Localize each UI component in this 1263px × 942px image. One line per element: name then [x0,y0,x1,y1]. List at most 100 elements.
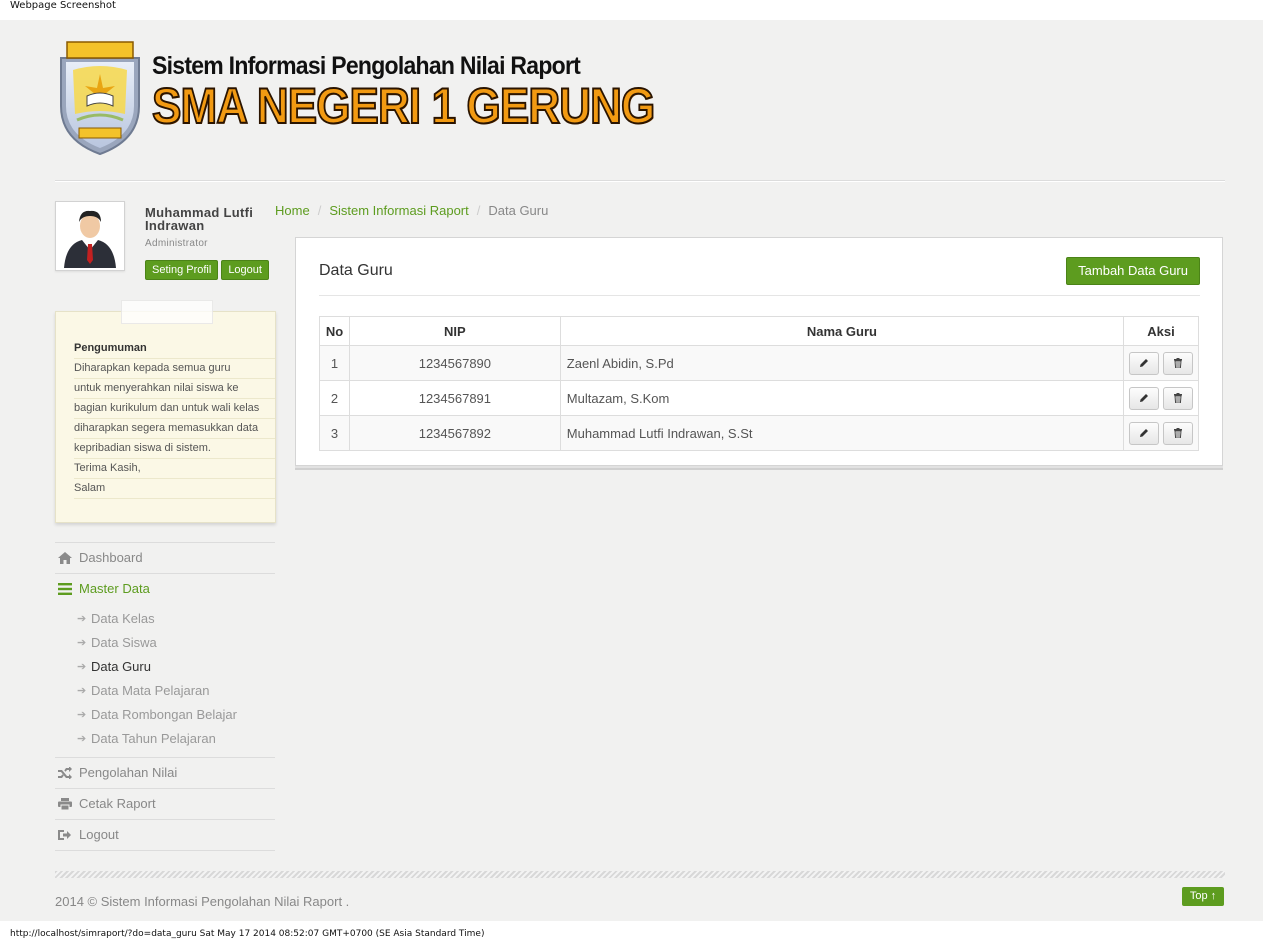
footer-stripe [55,871,1225,878]
submenu-label: Data Kelas [91,611,155,626]
column-header-nip: NIP [348,316,561,346]
user-actions: Seting Profil Logout [145,260,272,280]
master-data-submenu: ➔ Data Kelas ➔ Data Siswa ➔ Data Guru ➔ Data… [55,604,275,757]
breadcrumb-separator: / [476,203,481,218]
arrow-right-icon: ➔ [77,637,87,649]
cell-aksi [1123,380,1199,416]
cell-no: 1 [319,345,350,381]
data-guru-panel: Data Guru Tambah Data Guru No NIP Nama G… [295,237,1223,466]
announcement-note: Pengumuman Diharapkan kepada semua guru … [55,300,276,523]
menu-item-cetak-raport[interactable]: Cetak Raport [55,788,275,819]
user-role: Administrator [145,238,208,249]
cell-nama: Zaenl Abidin, S.Pd [559,345,1125,381]
school-name: SMA NEGERI 1 GERUNG [151,77,656,135]
cell-no: 2 [319,380,350,416]
pencil-icon [1140,393,1149,402]
back-to-top-button[interactable]: Top ↑ [1182,887,1224,906]
cell-aksi [1123,345,1199,381]
cell-nip: 1234567892 [348,415,561,451]
menu-item-dashboard[interactable]: Dashboard [55,542,275,573]
edit-button[interactable] [1129,386,1160,410]
delete-button[interactable] [1162,421,1193,445]
pencil-icon [1140,428,1149,437]
home-icon [57,543,73,575]
arrow-right-icon: ➔ [77,613,87,625]
cell-nip: 1234567890 [348,345,561,381]
submenu-label: Data Siswa [91,635,157,650]
submenu-label: Data Guru [91,659,151,674]
announcement-line: diharapkan segera memasukkan data [74,419,275,439]
announcement-line: untuk menyerahkan nilai siswa ke [74,379,275,399]
arrow-right-icon: ➔ [77,685,87,697]
print-icon [57,789,73,821]
delete-button[interactable] [1162,386,1193,410]
header-divider [55,180,1225,182]
submenu-item-data-guru[interactable]: ➔ Data Guru [55,655,275,679]
avatar [55,201,125,271]
submenu-item-data-kelas[interactable]: ➔ Data Kelas [55,607,275,631]
submenu-label: Data Tahun Pelajaran [91,731,216,746]
announcement-line: Terima Kasih, [74,459,275,479]
submenu-item-data-rombongan-belajar[interactable]: ➔ Data Rombongan Belajar [55,703,275,727]
menu-label: Cetak Raport [79,796,156,811]
trash-icon [1173,357,1182,368]
breadcrumb-home-link[interactable]: Home [275,203,310,218]
arrow-right-icon: ➔ [77,661,87,673]
sidebar-menu: Dashboard Master Data ➔ Data Kelas ➔ Data … [55,542,275,851]
window-caption: Webpage Screenshot [10,0,116,11]
delete-button[interactable] [1162,351,1193,375]
table-row: 1 1234567890 Zaenl Abidin, S.Pd [319,345,1199,381]
status-bar: http://localhost/simraport/?do=data_guru… [10,929,485,939]
table-row: 2 1234567891 Multazam, S.Kom [319,380,1199,416]
menu-item-master-data[interactable]: Master Data [55,573,275,604]
panel-title: Data Guru [319,262,393,279]
trash-icon [1173,427,1182,438]
announcement-body: Pengumuman Diharapkan kepada semua guru … [74,339,275,499]
menu-label: Pengolahan Nilai [79,765,178,780]
shuffle-icon [57,758,73,790]
teacher-table: No NIP Nama Guru Aksi 1 1234567890 Zaenl… [319,316,1199,451]
breadcrumb-current: Data Guru [488,203,549,218]
announcement-line: kepribadian siswa di sistem. [74,439,275,459]
announcement-line: Salam [74,479,275,499]
menu-end-divider [55,850,275,851]
arrow-right-icon: ➔ [77,709,87,721]
table-row: 3 1234567892 Muhammad Lutfi Indrawan, S.… [319,415,1199,451]
logout-button[interactable]: Logout [221,260,269,280]
announcement-line: bagian kurikulum dan untuk wali kelas [74,399,275,419]
pencil-icon [1140,358,1149,367]
announcement-line: Diharapkan kepada semua guru [74,359,275,379]
table-header-row: No NIP Nama Guru Aksi [319,316,1199,346]
edit-button[interactable] [1129,421,1160,445]
edit-button[interactable] [1129,351,1160,375]
announcement-title: Pengumuman [74,339,275,359]
submenu-item-data-tahun-pelajaran[interactable]: ➔ Data Tahun Pelajaran [55,727,275,751]
menu-label: Master Data [79,581,150,596]
site-title: Sistem Informasi Pengolahan Nilai Raport [152,52,581,80]
sign-out-icon [57,820,73,852]
breadcrumb-section-link[interactable]: Sistem Informasi Raport [329,203,468,218]
cell-nip: 1234567891 [348,380,561,416]
user-name: Muhammad Lutfi Indrawan [145,205,254,233]
page: Sistem Informasi Pengolahan Nilai Raport… [0,20,1263,921]
profile-settings-button[interactable]: Seting Profil [145,260,219,280]
header: Sistem Informasi Pengolahan Nilai Raport… [55,40,656,158]
panel-divider [319,295,1200,296]
footer-text: 2014 © Sistem Informasi Pengolahan Nilai… [55,894,350,909]
arrow-right-icon: ➔ [77,733,87,745]
submenu-item-data-mata-pelajaran[interactable]: ➔ Data Mata Pelajaran [55,679,275,703]
menu-label: Dashboard [79,550,143,565]
cell-nama: Multazam, S.Kom [559,380,1125,416]
column-header-aksi: Aksi [1123,316,1199,346]
submenu-label: Data Mata Pelajaran [91,683,210,698]
column-header-no: No [319,316,350,346]
submenu-item-data-siswa[interactable]: ➔ Data Siswa [55,631,275,655]
menu-item-logout[interactable]: Logout [55,819,275,850]
breadcrumb-separator: / [317,203,322,218]
cell-no: 3 [319,415,350,451]
menu-label: Logout [79,827,119,842]
add-teacher-button[interactable]: Tambah Data Guru [1066,257,1200,285]
school-logo [55,40,145,158]
menu-item-pengolahan-nilai[interactable]: Pengolahan Nilai [55,757,275,788]
list-icon [57,574,73,606]
